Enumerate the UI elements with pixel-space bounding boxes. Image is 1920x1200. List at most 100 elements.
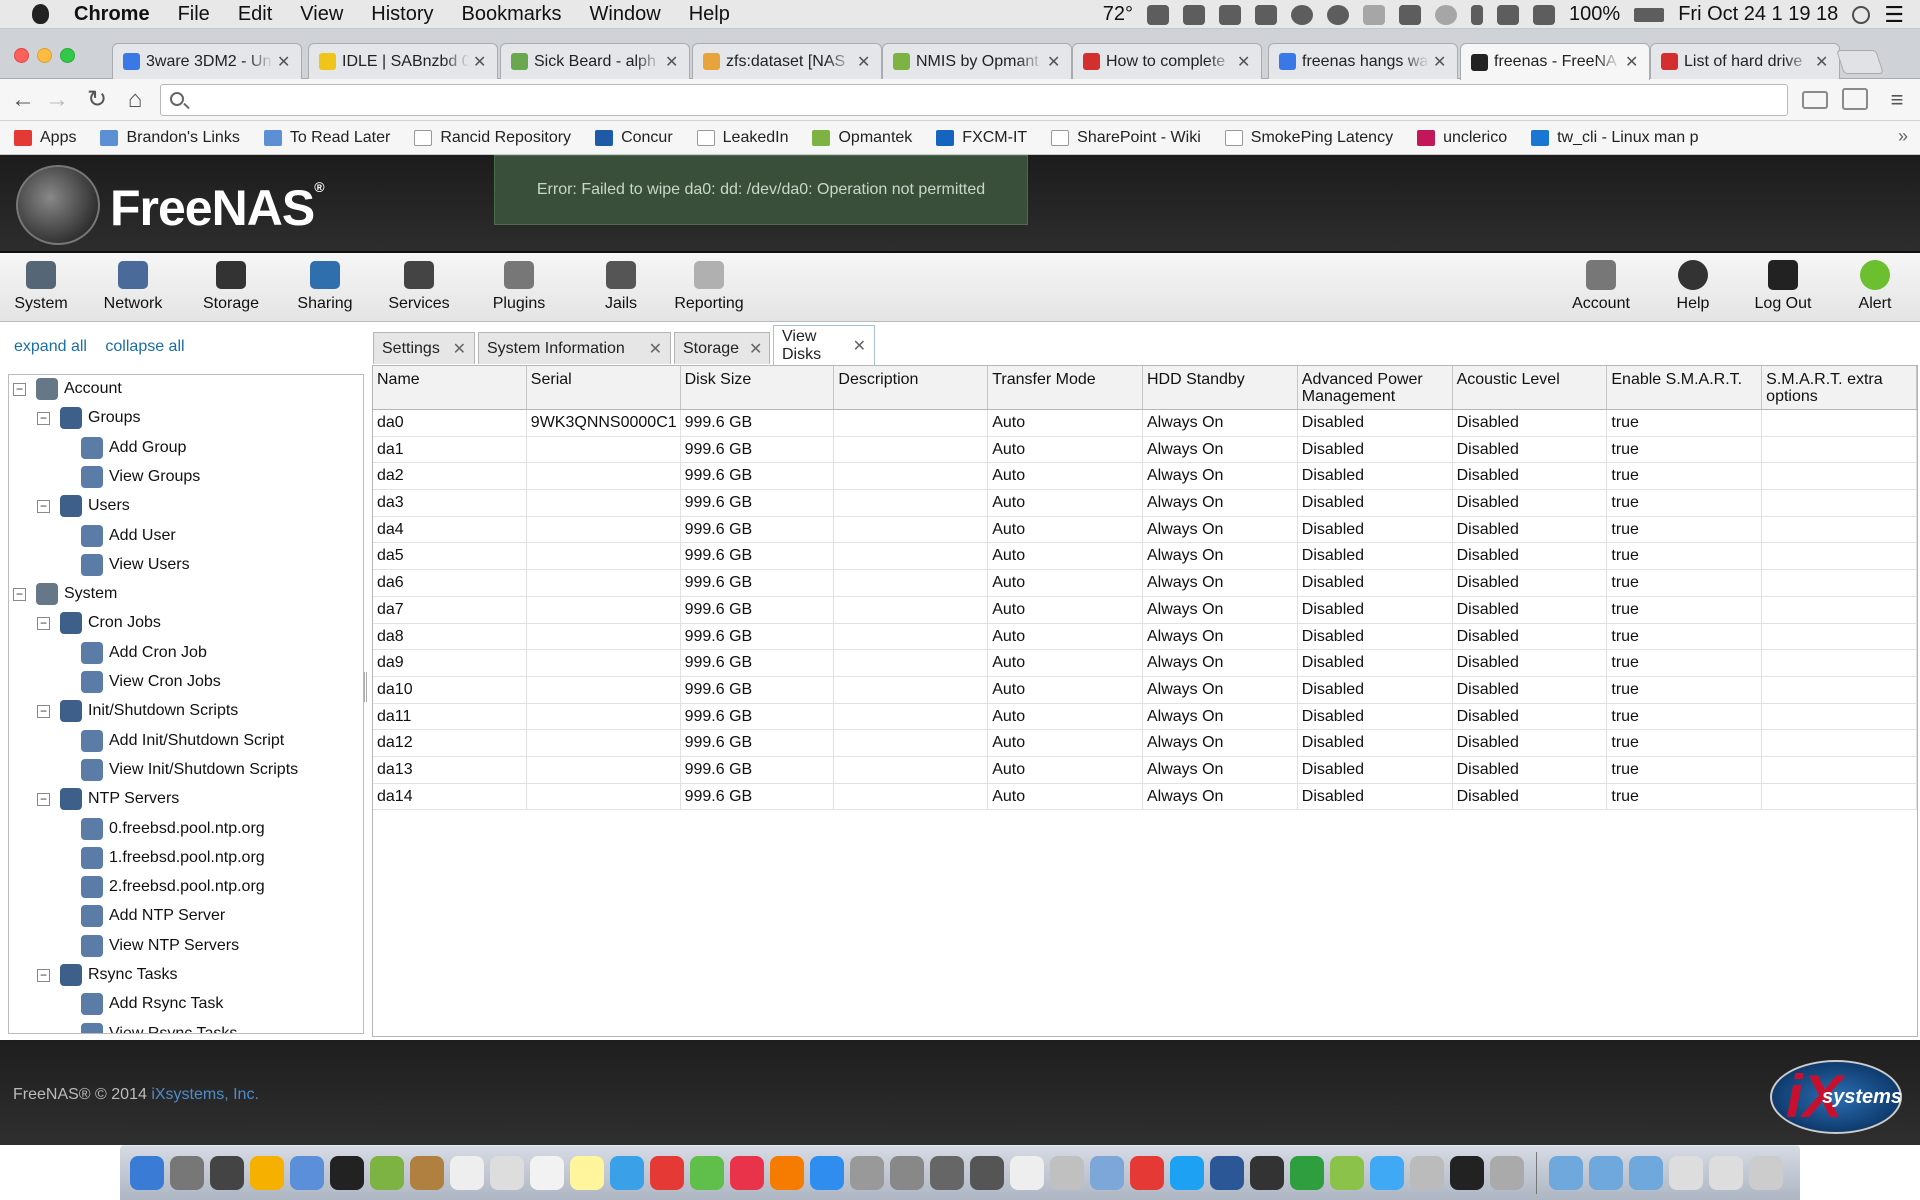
close-tab-icon[interactable]: ✕ <box>1237 52 1251 72</box>
menu-edit[interactable]: Edit <box>224 0 286 29</box>
cast-icon[interactable] <box>1842 88 1868 110</box>
dock-notes-icon[interactable] <box>530 1156 564 1190</box>
dock-app-icon[interactable] <box>250 1156 284 1190</box>
browser-tab[interactable]: zfs:dataset [NAS ✕ <box>692 43 882 79</box>
pane-splitter-handle[interactable] <box>364 672 367 702</box>
dock-ibooks-icon[interactable] <box>770 1156 804 1190</box>
bookmark-item[interactable]: SmokePing Latency <box>1224 129 1393 147</box>
time-machine-icon[interactable] <box>1435 4 1458 25</box>
ixsystems-link[interactable]: iXsystems, Inc. <box>151 1086 259 1103</box>
table-row[interactable]: da11 999.6 GB Auto Always On Disabled Disable… <box>373 703 1917 731</box>
close-tab-icon[interactable]: ✕ <box>443 339 466 359</box>
tree-node[interactable]: Add NTP Server <box>81 903 225 929</box>
window-close-button[interactable] <box>14 48 29 63</box>
column-header[interactable]: HDD Standby <box>1143 366 1298 409</box>
table-row[interactable]: da6 999.6 GB Auto Always On Disabled Disabled… <box>373 570 1917 597</box>
tree-node[interactable]: Add Init/Shutdown Script <box>81 728 284 754</box>
tree-node[interactable]: − Init/Shutdown Scripts <box>37 698 238 724</box>
bookmark-item[interactable]: To Read Later <box>263 129 390 147</box>
nav-plugins-button[interactable]: Plugins <box>474 259 564 317</box>
close-tab-icon[interactable]: ✕ <box>1815 52 1829 72</box>
dock-finder-icon[interactable] <box>130 1156 164 1190</box>
close-tab-icon[interactable]: ✕ <box>277 52 291 72</box>
notification-bell-icon[interactable] <box>1363 4 1386 25</box>
expand-all-link[interactable]: expand all <box>14 338 87 355</box>
dock-chrome-icon[interactable] <box>650 1156 684 1190</box>
menu-app-chrome[interactable]: Chrome <box>54 0 164 29</box>
tree-node[interactable]: View Cron Jobs <box>81 669 221 695</box>
tree-node[interactable]: View Rsync Tasks <box>81 1021 237 1033</box>
tree-node[interactable]: 0.freebsd.pool.ntp.org <box>81 816 265 842</box>
nav-account-button[interactable]: Account <box>1556 259 1646 317</box>
close-tab-icon[interactable]: ✕ <box>1625 52 1639 72</box>
table-row[interactable]: da13 999.6 GB Auto Always On Disabled Disable… <box>373 756 1917 784</box>
table-row[interactable]: da4 999.6 GB Auto Always On Disabled Disabled… <box>373 516 1917 544</box>
collapse-toggle-icon[interactable]: − <box>13 382 26 396</box>
airplay-icon[interactable] <box>1399 4 1422 25</box>
bookmark-item[interactable]: FXCM-IT <box>936 129 1027 147</box>
column-header[interactable]: Advanced Power Management <box>1298 366 1453 409</box>
bookmark-item[interactable]: Opmantek <box>812 129 912 147</box>
close-tab-icon[interactable]: ✕ <box>1047 52 1061 72</box>
nav-alert-button[interactable]: Alert <box>1830 259 1920 317</box>
column-header[interactable]: Transfer Mode <box>988 366 1143 409</box>
collapse-toggle-icon[interactable]: − <box>37 704 50 718</box>
table-row[interactable]: da7 999.6 GB Auto Always On Disabled Disabled… <box>373 596 1917 624</box>
column-header[interactable]: Name <box>373 366 527 409</box>
table-row[interactable]: da8 999.6 GB Auto Always On Disabled Disabled… <box>373 623 1917 651</box>
nav-system-button[interactable]: System <box>0 259 86 317</box>
window-zoom-button[interactable] <box>60 48 75 63</box>
dock-calendar-icon[interactable] <box>450 1156 484 1190</box>
window-minimize-button[interactable] <box>37 48 52 63</box>
dock-launchpad-icon[interactable] <box>170 1156 204 1190</box>
tree-node[interactable]: − Cron Jobs <box>37 610 161 636</box>
alien-app-icon[interactable] <box>1327 4 1350 25</box>
tree-node[interactable]: − Groups <box>37 405 140 431</box>
dock-x11-icon[interactable] <box>210 1156 244 1190</box>
dock-twitter-icon[interactable] <box>1170 1156 1204 1190</box>
notification-center-icon[interactable]: ☰ <box>1884 2 1904 28</box>
close-tab-icon[interactable]: ✕ <box>473 52 487 72</box>
content-tab[interactable]: Settings ✕ <box>373 332 475 364</box>
table-row[interactable]: da0 9WK3QNNS0000C1 999.6 GB Auto Always On Di… <box>373 410 1917 437</box>
table-row[interactable]: da5 999.6 GB Auto Always On Disabled Disabled… <box>373 543 1917 571</box>
dock-pen-icon[interactable] <box>850 1156 884 1190</box>
dock-folder-icon[interactable] <box>1629 1156 1663 1190</box>
table-row[interactable]: da2 999.6 GB Auto Always On Disabled Disabled… <box>373 463 1917 491</box>
tree-node[interactable]: − Rsync Tasks <box>37 962 178 988</box>
dock-app-icon[interactable] <box>1050 1156 1084 1190</box>
menu-bookmarks[interactable]: Bookmarks <box>448 0 576 29</box>
collapse-toggle-icon[interactable]: − <box>13 587 26 601</box>
dock-piano-icon[interactable] <box>1250 1156 1284 1190</box>
bookmark-item[interactable]: Brandon's Links <box>100 129 240 147</box>
close-tab-icon[interactable]: ✕ <box>843 336 866 356</box>
bookmarks-overflow-icon[interactable]: » <box>1898 126 1908 147</box>
column-header[interactable]: Enable S.M.A.R.T. <box>1607 366 1763 409</box>
chrome-menu-icon[interactable]: ≡ <box>1884 87 1910 113</box>
browser-tab[interactable]: freenas hangs wa ✕ <box>1268 43 1458 79</box>
dropbox-icon[interactable] <box>1219 4 1242 25</box>
nav-sharing-button[interactable]: Sharing <box>280 259 370 317</box>
close-tab-icon[interactable]: ✕ <box>639 339 662 359</box>
wifi-icon[interactable] <box>1497 4 1520 25</box>
spotlight-search-icon[interactable] <box>1852 5 1871 24</box>
dock-app-icon[interactable] <box>1490 1156 1524 1190</box>
dock-eye-icon[interactable] <box>1010 1156 1044 1190</box>
bluetooth-icon[interactable] <box>1471 4 1484 25</box>
home-icon[interactable]: ⌂ <box>122 87 148 113</box>
dock-preview-icon[interactable] <box>290 1156 324 1190</box>
apple-menu-icon[interactable] <box>26 0 54 29</box>
nav-services-button[interactable]: Services <box>374 259 464 317</box>
dock-document-icon[interactable] <box>1709 1156 1743 1190</box>
collapse-toggle-icon[interactable]: − <box>37 616 50 630</box>
dock-android-icon[interactable] <box>1330 1156 1364 1190</box>
close-tab-icon[interactable]: ✕ <box>857 52 871 72</box>
dock-speedometer-icon[interactable] <box>330 1156 364 1190</box>
tree-node[interactable]: Add User <box>81 523 176 549</box>
dock-document-icon[interactable] <box>1669 1156 1703 1190</box>
nav-help-button[interactable]: Help <box>1648 259 1738 317</box>
nav-storage-button[interactable]: Storage <box>186 259 276 317</box>
temperature-readout[interactable]: 72° <box>1103 3 1133 26</box>
browser-tab[interactable]: NMIS by Opmant ✕ <box>882 43 1072 79</box>
mail-extension-icon[interactable] <box>1802 91 1828 109</box>
